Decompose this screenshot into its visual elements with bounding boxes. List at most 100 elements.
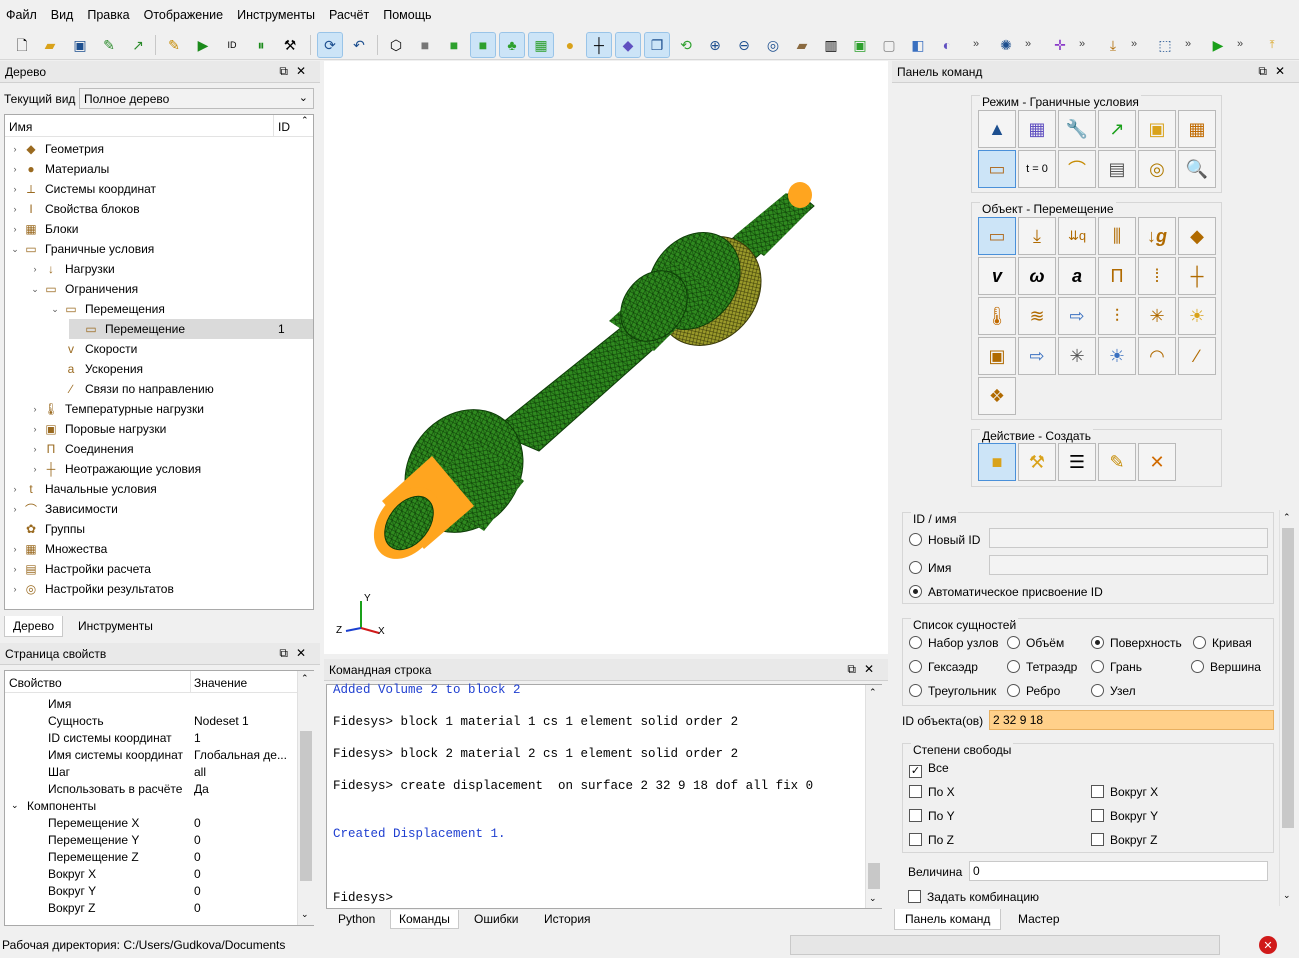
- heat-flux-icon[interactable]: ≋: [1018, 297, 1056, 335]
- solid-green-icon[interactable]: ■: [442, 33, 466, 57]
- create-action-icon[interactable]: ■: [978, 443, 1016, 481]
- more-icon[interactable]: »: [1025, 38, 1031, 50]
- chevron-icon[interactable]: ›: [9, 164, 21, 174]
- cube-icon[interactable]: ◆: [615, 32, 641, 58]
- cmdline-scrollbar[interactable]: ⌃ ⌄: [865, 685, 882, 908]
- results-icon[interactable]: ◎: [1138, 150, 1176, 188]
- more-icon[interactable]: »: [1079, 38, 1085, 50]
- tree-item[interactable]: ⌄ ▭ Ограничения: [29, 279, 313, 299]
- cluster-cube-icon[interactable]: ❖: [978, 377, 1016, 415]
- source-icon[interactable]: ✳: [1058, 337, 1096, 375]
- radiation-icon[interactable]: ⫶: [1098, 297, 1136, 335]
- modify-action-icon[interactable]: ⚒: [1018, 443, 1056, 481]
- convection-icon[interactable]: ⇨: [1058, 297, 1096, 335]
- fit-view-icon[interactable]: ◎: [761, 33, 785, 57]
- tree-item[interactable]: › ▦ Блоки: [9, 219, 313, 239]
- dependency-icon[interactable]: ⌒: [1058, 150, 1096, 188]
- shell-icon[interactable]: ◠: [1138, 337, 1176, 375]
- pore-pressure-icon[interactable]: ▣: [978, 337, 1016, 375]
- 3d-viewport[interactable]: Y X Z: [324, 61, 888, 654]
- play-journal-icon[interactable]: ▶: [191, 33, 215, 57]
- sun-source-icon[interactable]: ☀: [1098, 337, 1136, 375]
- chevron-icon[interactable]: ›: [29, 464, 41, 474]
- property-row[interactable]: Перемещение Y 0: [5, 831, 297, 848]
- chevron-icon[interactable]: ›: [9, 204, 21, 214]
- force-icon[interactable]: ⤓: [1018, 217, 1056, 255]
- entity-edge-radio[interactable]: Ребро: [1007, 684, 1060, 698]
- save-as-icon[interactable]: ✎: [97, 33, 121, 57]
- tab-commands[interactable]: Команды: [390, 910, 459, 929]
- load-icon[interactable]: ⤓: [1101, 33, 1125, 57]
- delete-action-icon[interactable]: ✕: [1138, 443, 1176, 481]
- scroll-up-icon[interactable]: ⌃: [301, 115, 309, 126]
- contact-icon[interactable]: Π: [1098, 257, 1136, 295]
- tree-item[interactable]: › Π Соединения: [29, 439, 313, 459]
- tree-item[interactable]: ✿ Группы: [9, 519, 313, 539]
- tree-item[interactable]: ⌄ ▭ Граничные условия: [9, 239, 313, 259]
- entity-curve-radio[interactable]: Кривая: [1193, 636, 1252, 650]
- chevron-icon[interactable]: ⌄: [9, 244, 21, 255]
- dof-all-checkbox[interactable]: ✓ Все: [909, 761, 949, 778]
- tree-item[interactable]: › ↓ Нагрузки: [29, 259, 313, 279]
- tree-item[interactable]: › ▤ Настройки расчета: [9, 559, 313, 579]
- chevron-icon[interactable]: ›: [9, 564, 21, 574]
- windows-icon[interactable]: ❐: [644, 32, 670, 58]
- group-icon[interactable]: ♣: [499, 32, 525, 58]
- geometry-mode-icon[interactable]: ▲: [978, 110, 1016, 148]
- save-icon[interactable]: ▣: [68, 33, 92, 57]
- surface-icon[interactable]: ■: [470, 32, 496, 58]
- constraint-dir-icon[interactable]: ∕: [1178, 337, 1216, 375]
- props-scrollbar[interactable]: ⌃ ⌄: [297, 671, 314, 925]
- tree-item[interactable]: a Ускорения: [49, 359, 313, 379]
- tab-command-panel[interactable]: Панель команд: [894, 909, 1002, 930]
- sphere-icon[interactable]: ◐: [935, 33, 959, 57]
- property-row[interactable]: Вокруг Y 0: [5, 882, 297, 899]
- name-input[interactable]: [989, 555, 1268, 575]
- menu-view[interactable]: Вид: [51, 8, 74, 22]
- magnitude-input[interactable]: 0: [969, 861, 1268, 881]
- chevron-down-icon[interactable]: ⌄: [11, 800, 19, 811]
- chevron-icon[interactable]: ›: [29, 264, 41, 274]
- chevron-icon[interactable]: ›: [29, 444, 41, 454]
- rot-x-checkbox[interactable]: Вокруг X: [1091, 785, 1158, 799]
- chevron-icon[interactable]: ⌄: [29, 284, 41, 295]
- float-close-icon[interactable]: ⧉✕: [847, 662, 882, 677]
- entity-tet-radio[interactable]: Тетраэдр: [1007, 660, 1077, 674]
- tree-item[interactable]: › ⟂ Системы координат: [9, 179, 313, 199]
- bc-mode-icon[interactable]: ▭: [978, 150, 1016, 188]
- displacement-icon[interactable]: ▭: [978, 217, 1016, 255]
- plus-icon[interactable]: ✛: [1048, 33, 1072, 57]
- more-icon[interactable]: »: [1131, 38, 1137, 50]
- auto-id-radio[interactable]: Автоматическое присвоение ID: [909, 585, 1103, 599]
- cluster-icon[interactable]: ✺: [994, 33, 1018, 57]
- cube-green-icon[interactable]: ▣: [848, 33, 872, 57]
- box-icon[interactable]: ▰: [790, 33, 814, 57]
- heat-source-icon[interactable]: ✳: [1138, 297, 1176, 335]
- tree-col-name[interactable]: Имя: [9, 120, 32, 134]
- tree-item[interactable]: › ◆ Геометрия: [9, 139, 313, 159]
- volume-heat-icon[interactable]: ☀: [1178, 297, 1216, 335]
- tab-wizard[interactable]: Мастер: [1010, 909, 1068, 929]
- zoom-out-icon[interactable]: ⊖: [732, 33, 756, 57]
- pause-icon[interactable]: ⏸: [249, 33, 273, 57]
- entity-face-radio[interactable]: Грань: [1091, 660, 1142, 674]
- temperature-icon[interactable]: 🌡: [978, 297, 1016, 335]
- tab-history[interactable]: История: [536, 910, 599, 928]
- id-icon[interactable]: ID: [220, 33, 244, 57]
- property-row[interactable]: Сущность Nodeset 1: [5, 712, 297, 729]
- tree-col-id[interactable]: ID: [278, 120, 290, 134]
- chevron-icon[interactable]: ›: [9, 544, 21, 554]
- angular-velocity-icon[interactable]: ω: [1018, 257, 1056, 295]
- float-close-icon[interactable]: ⧉✕: [279, 646, 314, 661]
- rot-z-checkbox[interactable]: Вокруг Z: [1091, 833, 1158, 847]
- material-mode-icon[interactable]: 🔧: [1058, 110, 1096, 148]
- menu-help[interactable]: Помощь: [383, 8, 431, 22]
- entity-volume-radio[interactable]: Объём: [1007, 636, 1064, 650]
- rigid-link-icon[interactable]: ⁞: [1138, 257, 1176, 295]
- view-select-icon[interactable]: ⟳: [317, 32, 343, 58]
- velocity-icon[interactable]: v: [978, 257, 1016, 295]
- property-row[interactable]: Перемещение X 0: [5, 814, 297, 831]
- chevron-icon[interactable]: ›: [29, 404, 41, 414]
- distributed-load-icon[interactable]: ⇊q: [1058, 217, 1096, 255]
- entity-hex-radio[interactable]: Гексаэдр: [909, 660, 978, 674]
